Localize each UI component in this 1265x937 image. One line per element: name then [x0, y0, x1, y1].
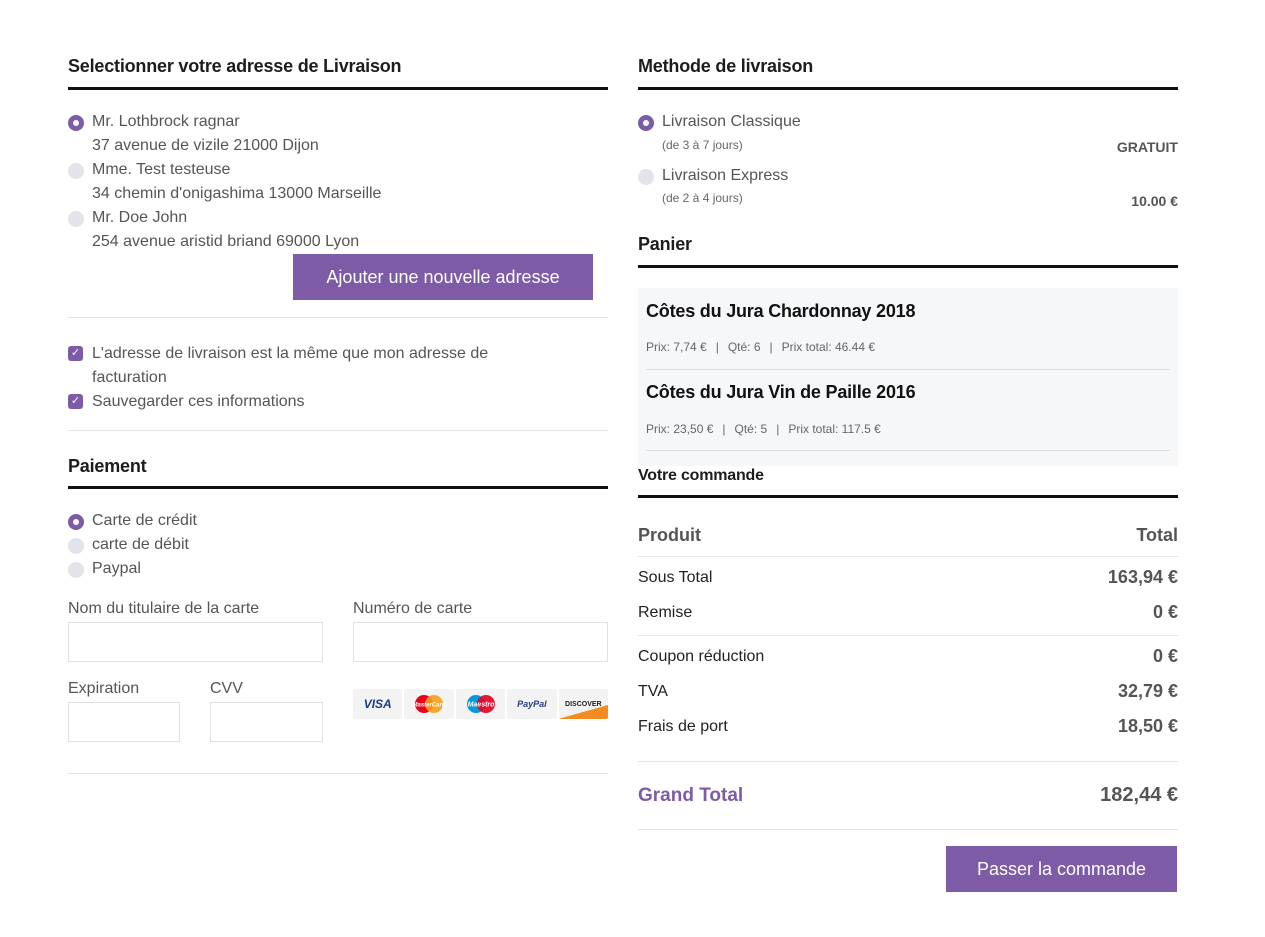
address-radio-1[interactable]: [68, 115, 84, 131]
address-line-2: 34 chemin d'onigashima 13000 Marseille: [92, 185, 382, 202]
payment-label-debit[interactable]: carte de débit: [92, 536, 189, 554]
maestro-icon: Maestro: [455, 689, 506, 719]
cvv-label: CVV: [210, 680, 243, 697]
grand-total-value: 182,44 €: [1100, 784, 1178, 806]
divider: [638, 829, 1178, 830]
cart-divider: [646, 369, 1170, 370]
card-number-input[interactable]: [353, 622, 608, 662]
section-divider: [638, 87, 1178, 90]
payment-radio-paypal[interactable]: [68, 562, 84, 578]
section-divider: [68, 87, 608, 90]
cart-item-price: Prix: 7,74 €: [646, 340, 707, 354]
discover-icon: DISCOVER: [558, 689, 609, 719]
coupon-label: Coupon réduction: [638, 648, 765, 665]
payment-radio-debit[interactable]: [68, 538, 84, 554]
cvv-input[interactable]: [210, 702, 323, 742]
subtotal-value: 163,94 €: [1107, 567, 1178, 587]
same-billing-label: L'adresse de livraison est la même que m…: [92, 345, 489, 362]
separator: |: [776, 422, 780, 436]
cart-item-qty: Qté: 5: [734, 422, 768, 436]
cardholder-input[interactable]: [68, 622, 323, 662]
expiration-label: Expiration: [68, 680, 140, 697]
cardholder-label: Nom du titulaire de la carte: [68, 600, 260, 617]
address-name-1[interactable]: Mr. Lothbrock ragnar: [92, 113, 240, 131]
cart-title: Panier: [638, 234, 692, 254]
separator: |: [722, 422, 726, 436]
divider: [638, 635, 1178, 636]
same-billing-label-cont: facturation: [92, 369, 167, 386]
delivery-radio-express[interactable]: [638, 169, 654, 185]
address-radio-2[interactable]: [68, 163, 84, 179]
expiration-input[interactable]: [68, 702, 180, 742]
delivery-price-express: 10.00 €: [1131, 193, 1178, 209]
separator: |: [715, 340, 719, 354]
card-number-label: Numéro de carte: [353, 600, 473, 617]
section-divider: [638, 265, 1178, 268]
shipping-address-title: Selectionner votre adresse de Livraison: [68, 56, 402, 76]
discount-label: Remise: [638, 604, 693, 621]
card-logos: VISA MasterCard Maestro PayPal DISCOVER: [353, 689, 609, 719]
delivery-label-express[interactable]: Livraison Express: [662, 167, 788, 185]
payment-label-credit[interactable]: Carte de crédit: [92, 512, 197, 530]
address-name-2[interactable]: Mme. Test testeuse: [92, 161, 230, 179]
address-name-3[interactable]: Mr. Doe John: [92, 209, 187, 227]
divider: [68, 317, 608, 318]
mastercard-icon: MasterCard: [404, 689, 454, 719]
divider: [638, 556, 1178, 557]
cart-item-meta-2: Prix: 23,50 € | Qté: 5 | Prix total: 117.5 €: [646, 422, 881, 436]
delivery-label-classic[interactable]: Livraison Classique: [662, 113, 801, 131]
section-divider: [68, 486, 608, 489]
place-order-button[interactable]: Passer la commande: [946, 846, 1177, 892]
svg-text:Maestro: Maestro: [467, 702, 495, 709]
cart-divider: [646, 450, 1170, 451]
delivery-price-classic: GRATUIT: [1116, 139, 1178, 155]
same-billing-checkbox[interactable]: ✓: [68, 346, 83, 361]
shipping-fee-label: Frais de port: [638, 718, 728, 735]
divider: [68, 430, 608, 431]
save-info-checkbox[interactable]: ✓: [68, 394, 83, 409]
coupon-value: 0 €: [1152, 646, 1178, 666]
svg-text:MasterCard: MasterCard: [413, 703, 446, 709]
payment-label-paypal[interactable]: Paypal: [92, 560, 141, 578]
cart-item-total: Prix total: 117.5 €: [788, 422, 881, 436]
delivery-radio-classic[interactable]: [638, 115, 654, 131]
cart-item-name-2: Côtes du Jura Vin de Paille 2016: [646, 382, 916, 402]
save-info-label: Sauvegarder ces informations: [92, 393, 305, 410]
discount-value: 0 €: [1152, 602, 1178, 622]
payment-radio-credit[interactable]: [68, 514, 84, 530]
divider: [638, 761, 1178, 762]
subtotal-label: Sous Total: [638, 569, 713, 586]
delivery-method-title: Methode de livraison: [638, 56, 814, 76]
delivery-detail-express: (de 2 à 4 jours): [662, 191, 743, 205]
cart-item-total: Prix total: 46.44 €: [781, 340, 876, 354]
address-line-3: 254 avenue aristid briand 69000 Lyon: [92, 233, 360, 250]
tax-value: 32,79 €: [1117, 681, 1178, 701]
address-radio-3[interactable]: [68, 211, 84, 227]
separator: |: [769, 340, 773, 354]
order-title: Votre commande: [638, 467, 764, 484]
grand-total-label: Grand Total: [638, 785, 744, 806]
cart-item-name-1: Côtes du Jura Chardonnay 2018: [646, 301, 916, 321]
tax-label: TVA: [638, 683, 668, 700]
cart-item-price: Prix: 23,50 €: [646, 422, 714, 436]
cart-list: Côtes du Jura Chardonnay 2018 Prix: 7,74…: [638, 288, 1178, 466]
delivery-detail-classic: (de 3 à 7 jours): [662, 138, 743, 152]
paypal-icon: PayPal: [507, 689, 557, 719]
shipping-fee-value: 18,50 €: [1117, 716, 1178, 736]
section-divider: [638, 495, 1178, 498]
cart-item-qty: Qté: 6: [727, 340, 761, 354]
visa-icon: VISA: [353, 689, 403, 719]
add-address-button[interactable]: Ajouter une nouvelle adresse: [293, 254, 593, 300]
payment-title: Paiement: [68, 456, 147, 476]
cart-item-meta-1: Prix: 7,74 € | Qté: 6 | Prix total: 46.44 €: [646, 340, 875, 354]
divider: [68, 773, 608, 774]
order-col-product: Produit: [638, 525, 701, 545]
order-col-total: Total: [1136, 525, 1178, 545]
address-line-1: 37 avenue de vizile 21000 Dijon: [92, 137, 319, 154]
